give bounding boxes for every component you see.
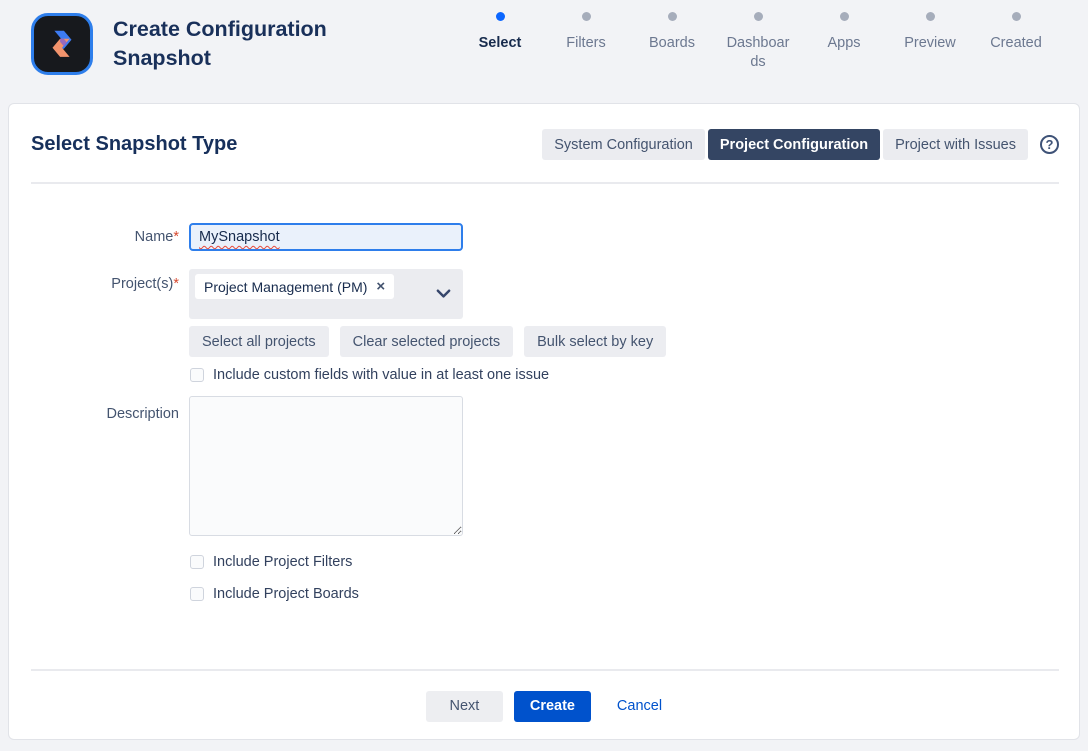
step-label: Apps: [827, 34, 860, 53]
include-project-filters-row: Include Project Filters: [190, 554, 352, 570]
step-label: Filters: [566, 34, 605, 53]
chevron-down-icon: [436, 289, 451, 299]
stepper-step-created[interactable]: Created: [980, 12, 1052, 72]
include-custom-fields-checkbox[interactable]: [190, 368, 204, 382]
step-dot-icon: [668, 12, 677, 21]
name-input-value: MySnapshot: [199, 229, 280, 245]
project-chip: Project Management (PM) ×: [195, 274, 394, 299]
step-dot-icon: [754, 12, 763, 21]
required-asterisk: *: [173, 229, 179, 245]
tab-project-configuration[interactable]: Project Configuration: [708, 129, 880, 160]
include-project-boards-checkbox[interactable]: [190, 587, 204, 601]
chip-remove-icon[interactable]: ×: [376, 279, 385, 294]
page-title: Select Snapshot Type: [31, 129, 237, 160]
select-all-projects-button[interactable]: Select all projects: [189, 326, 329, 357]
help-icon[interactable]: ?: [1040, 135, 1059, 154]
required-asterisk: *: [173, 276, 179, 292]
step-label: Boards: [649, 34, 695, 53]
step-label: Preview: [904, 34, 956, 53]
include-project-boards-label: Include Project Boards: [213, 586, 359, 602]
bulk-select-by-key-button[interactable]: Bulk select by key: [524, 326, 666, 357]
snapshot-card: Select Snapshot Type System Configuratio…: [8, 103, 1080, 740]
app-title: Create Configuration Snapshot: [113, 15, 365, 73]
header-divider: [31, 182, 1059, 184]
stepper-step-select[interactable]: Select: [464, 12, 536, 72]
snapshot-type-tabs: System Configuration Project Configurati…: [542, 129, 1028, 160]
stepper-step-apps[interactable]: Apps: [808, 12, 880, 72]
include-custom-fields-label: Include custom fields with value in at l…: [213, 367, 549, 383]
tab-project-with-issues[interactable]: Project with Issues: [883, 129, 1028, 160]
snapshot-type-switcher: System Configuration Project Configurati…: [542, 129, 1059, 160]
configuration-manager-arrows-icon: [43, 25, 81, 63]
clear-selected-projects-button[interactable]: Clear selected projects: [340, 326, 514, 357]
description-textarea[interactable]: [189, 396, 463, 536]
stepper-step-preview[interactable]: Preview: [894, 12, 966, 72]
description-label: Description: [9, 406, 179, 422]
step-label: Dashboards: [723, 34, 793, 72]
step-dot-icon: [926, 12, 935, 21]
include-project-filters-label: Include Project Filters: [213, 554, 352, 570]
footer-divider: [31, 669, 1059, 671]
app-header: Create Configuration Snapshot Select Fil…: [0, 0, 1088, 103]
include-project-boards-row: Include Project Boards: [190, 586, 359, 602]
projects-label: Project(s)*: [9, 276, 179, 292]
name-label: Name*: [9, 229, 179, 245]
projects-multiselect[interactable]: Project Management (PM) ×: [189, 269, 463, 319]
card-header: Select Snapshot Type System Configuratio…: [31, 129, 1059, 160]
wizard-footer: Next Create Cancel: [9, 690, 1079, 722]
include-project-filters-checkbox[interactable]: [190, 555, 204, 569]
stepper-step-dashboards[interactable]: Dashboards: [722, 12, 794, 72]
create-button[interactable]: Create: [514, 691, 591, 722]
step-dot-icon: [1012, 12, 1021, 21]
tab-system-configuration[interactable]: System Configuration: [542, 129, 705, 160]
wizard-stepper: Select Filters Boards Dashboards Apps Pr…: [464, 12, 1052, 72]
app-logo: [31, 13, 93, 75]
name-input[interactable]: MySnapshot: [189, 223, 463, 251]
project-chip-label: Project Management (PM): [204, 279, 367, 295]
step-dot-icon: [840, 12, 849, 21]
step-dot-icon: [496, 12, 505, 21]
cancel-link[interactable]: Cancel: [617, 698, 662, 714]
next-button[interactable]: Next: [426, 691, 503, 722]
step-label: Select: [479, 34, 522, 53]
stepper-step-filters[interactable]: Filters: [550, 12, 622, 72]
step-label: Created: [990, 34, 1042, 53]
project-selection-actions: Select all projects Clear selected proje…: [189, 326, 666, 357]
step-dot-icon: [582, 12, 591, 21]
stepper-step-boards[interactable]: Boards: [636, 12, 708, 72]
include-custom-fields-row: Include custom fields with value in at l…: [190, 367, 549, 383]
